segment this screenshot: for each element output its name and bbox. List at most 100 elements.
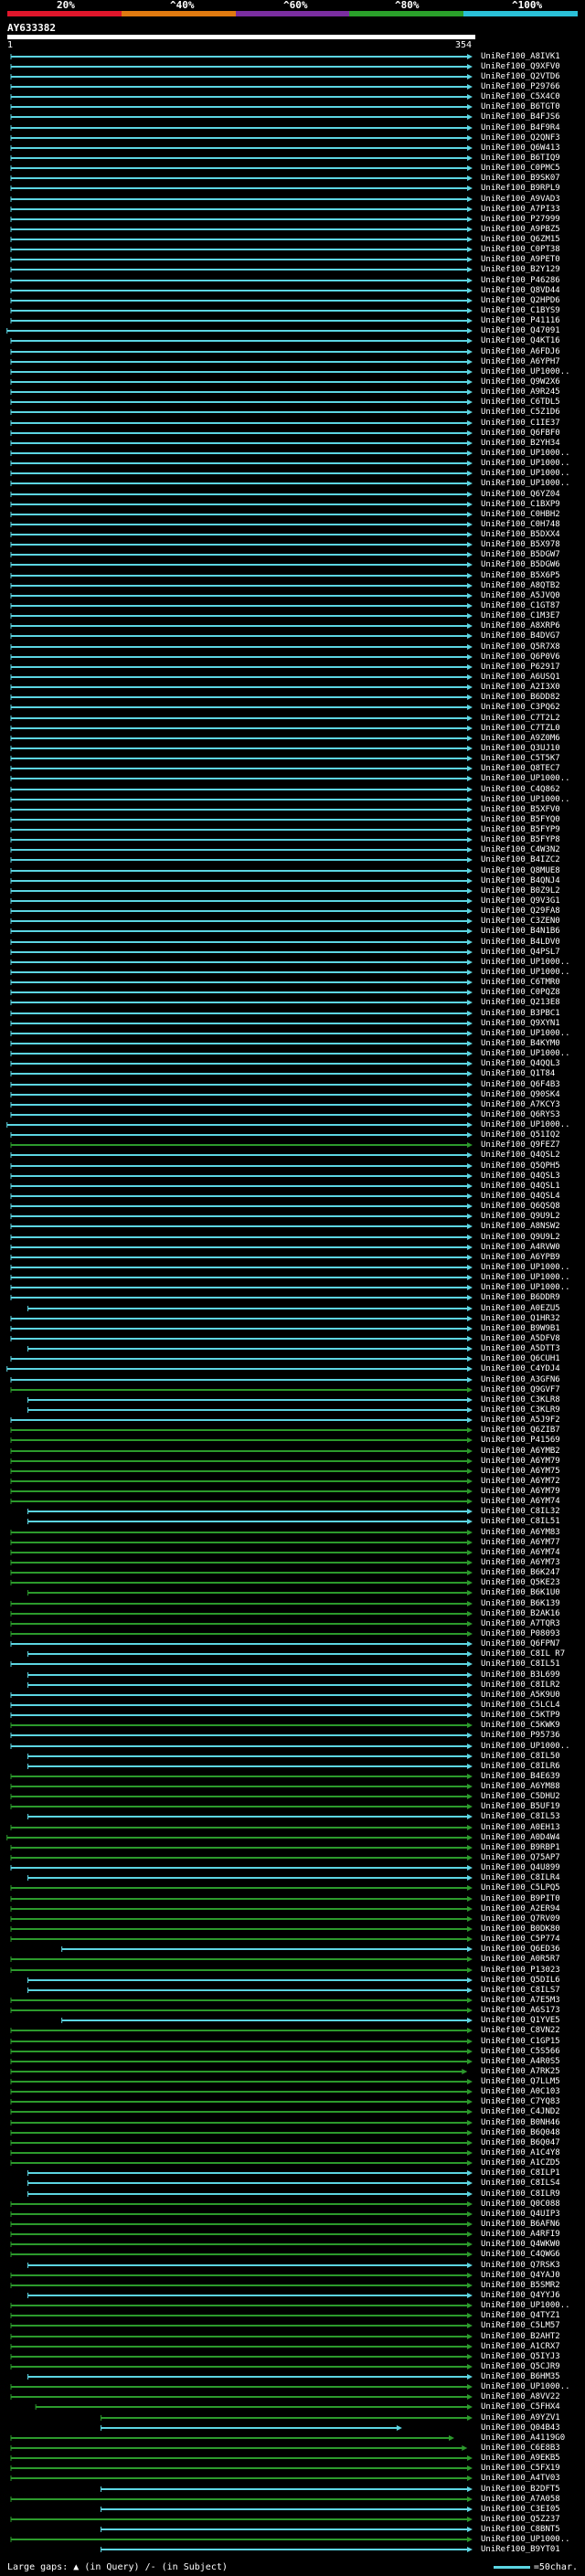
hit-label[interactable]: UniRef100_A6YM73 [481,1559,560,1567]
hit-label[interactable]: UniRef100_A6YPB9 [481,1254,560,1262]
hit-label[interactable]: UniRef100_B9RPL9 [481,185,560,193]
hit-label[interactable]: UniRef100_UP1000.. [481,1274,570,1282]
hit-label[interactable]: UniRef100_B5FYQ0 [481,816,560,824]
hit-label[interactable]: UniRef100_Q6YZ04 [481,491,560,499]
hit-label[interactable]: UniRef100_C8ILR6 [481,1763,560,1771]
hit-label[interactable]: UniRef100_Q5R7X8 [481,643,560,652]
hit-label[interactable]: UniRef100_Q4TYZ1 [481,2312,560,2320]
hit-label[interactable]: UniRef100_Q4QSL4 [481,1193,560,1201]
hit-label[interactable]: UniRef100_B2AHT2 [481,2333,560,2341]
hit-label[interactable]: UniRef100_C3ZEN0 [481,917,560,926]
hit-label[interactable]: UniRef100_B0DK80 [481,1925,560,1934]
hit-label[interactable]: UniRef100_C7TZL0 [481,725,560,733]
hit-label[interactable]: UniRef100_Q5CJR9 [481,2363,560,2371]
hit-label[interactable]: UniRef100_A6YPH7 [481,358,560,366]
hit-label[interactable]: UniRef100_A4R0S5 [481,2058,560,2066]
hit-label[interactable]: UniRef100_C8ILR9 [481,2190,560,2199]
hit-label[interactable]: UniRef100_B0Z9L2 [481,887,560,896]
hit-label[interactable]: UniRef100_B2Y129 [481,266,560,274]
hit-label[interactable]: UniRef100_A6YM75 [481,1468,560,1476]
hit-label[interactable]: UniRef100_B5DXX4 [481,531,560,539]
hit-label[interactable]: UniRef100_A9YZV1 [481,2414,560,2422]
hit-label[interactable]: UniRef100_Q6FPN7 [481,1640,560,1648]
hit-label[interactable]: UniRef100_Q8MUE8 [481,867,560,875]
hit-label[interactable]: UniRef100_A9EKB5 [481,2454,560,2463]
hit-label[interactable]: UniRef100_Q6RYS3 [481,1111,560,1119]
hit-label[interactable]: UniRef100_A9PBZ5 [481,226,560,234]
hit-label[interactable]: UniRef100_C8IL32 [481,1508,560,1516]
hit-label[interactable]: UniRef100_A5K9U0 [481,1691,560,1700]
hit-label[interactable]: UniRef100_UP1000.. [481,368,570,376]
hit-label[interactable]: UniRef100_UP1000.. [481,1050,570,1058]
hit-label[interactable]: UniRef100_C8BNT5 [481,2526,560,2534]
hit-label[interactable]: UniRef100_C6E8B3 [481,2444,560,2453]
hit-label[interactable]: UniRef100_A4TV03 [481,2475,560,2483]
hit-label[interactable]: UniRef100_UP1000.. [481,959,570,967]
hit-label[interactable]: UniRef100_C5LCL4 [481,1701,560,1710]
hit-label[interactable]: UniRef100_C5X4C0 [481,93,560,101]
hit-label[interactable]: UniRef100_C1BXP9 [481,501,560,509]
hit-label[interactable]: UniRef100_C7T2L2 [481,715,560,723]
hit-label[interactable]: UniRef100_UP1000.. [481,796,570,804]
hit-label[interactable]: UniRef100_Q4YAJ0 [481,2272,560,2280]
hit-label[interactable]: UniRef100_C5DHU2 [481,1793,560,1801]
hit-label[interactable]: UniRef100_C3KLR9 [481,1406,560,1415]
hit-label[interactable]: UniRef100_Q213E8 [481,999,560,1007]
hit-label[interactable]: UniRef100_Q7LLM5 [481,2078,560,2086]
hit-label[interactable]: UniRef100_P62917 [481,663,560,672]
hit-label[interactable]: UniRef100_C6TMR0 [481,979,560,987]
hit-label[interactable]: UniRef100_Q6CUH1 [481,1355,560,1363]
hit-label[interactable]: UniRef100_Q1HR32 [481,1315,560,1323]
hit-label[interactable]: UniRef100_B6Q048 [481,2129,560,2137]
hit-label[interactable]: UniRef100_A6YM77 [481,1539,560,1547]
hit-label[interactable]: UniRef100_B4E639 [481,1773,560,1781]
hit-label[interactable]: UniRef100_Q3UJ10 [481,745,560,753]
hit-label[interactable]: UniRef100_Q6F4B3 [481,1081,560,1089]
hit-label[interactable]: UniRef100_Q4U899 [481,1864,560,1872]
hit-label[interactable]: UniRef100_B4N1B6 [481,928,560,936]
hit-label[interactable]: UniRef100_Q4YYJ6 [481,2292,560,2300]
hit-label[interactable]: UniRef100_UP1000.. [481,1743,570,1751]
hit-label[interactable]: UniRef100_Q47091 [481,327,560,335]
hit-label[interactable]: UniRef100_A6YM72 [481,1478,560,1486]
hit-label[interactable]: UniRef100_B2AK16 [481,1610,560,1618]
hit-label[interactable]: UniRef100_Q04B43 [481,2424,560,2433]
hit-label[interactable]: UniRef100_C3EI05 [481,2506,560,2514]
hit-label[interactable]: UniRef100_A9Z0M6 [481,735,560,743]
hit-label[interactable]: UniRef100_UP1000.. [481,460,570,468]
hit-label[interactable]: UniRef100_Q4UIP3 [481,2210,560,2219]
hit-label[interactable]: UniRef100_A0EZU5 [481,1305,560,1313]
hit-label[interactable]: UniRef100_UP1000.. [481,1264,570,1272]
hit-label[interactable]: UniRef100_Q5IYJ3 [481,2353,560,2361]
hit-label[interactable]: UniRef100_B4KYM0 [481,1040,560,1048]
hit-label[interactable]: UniRef100_Q4QSL2 [481,1151,560,1160]
hit-label[interactable]: UniRef100_C3PQ62 [481,704,560,712]
hit-label[interactable]: UniRef100_UP1000.. [481,2536,570,2544]
hit-label[interactable]: UniRef100_C4YDJ4 [481,1365,560,1373]
hit-label[interactable]: UniRef100_C5FHX4 [481,2403,560,2412]
hit-label[interactable]: UniRef100_A3GFN6 [481,1376,560,1384]
hit-label[interactable]: UniRef100_Q5Z237 [481,2516,560,2524]
hit-label[interactable]: UniRef100_B4QNJ4 [481,877,560,885]
hit-label[interactable]: UniRef100_Q4QQL3 [481,1060,560,1068]
hit-label[interactable]: UniRef100_Q5KE23 [481,1579,560,1587]
hit-label[interactable]: UniRef100_A8QTB2 [481,582,560,590]
hit-label[interactable]: UniRef100_Q5DIL6 [481,1977,560,1985]
hit-label[interactable]: UniRef100_A0D4W4 [481,1834,560,1842]
hit-label[interactable]: UniRef100_A7TQR3 [481,1620,560,1628]
hit-label[interactable]: UniRef100_C5LPQ5 [481,1884,560,1892]
hit-label[interactable]: UniRef100_B5X978 [481,541,560,549]
hit-label[interactable]: UniRef100_Q8VD44 [481,287,560,295]
hit-label[interactable]: UniRef100_C3KLR8 [481,1396,560,1405]
hit-label[interactable]: UniRef100_UP1000.. [481,450,570,458]
hit-label[interactable]: UniRef100_C5P774 [481,1935,560,1944]
hit-label[interactable]: UniRef100_UP1000.. [481,2383,570,2391]
hit-label[interactable]: UniRef100_C8IL R7 [481,1650,565,1659]
hit-label[interactable]: UniRef100_C0PQZ8 [481,989,560,997]
hit-label[interactable]: UniRef100_A9R245 [481,388,560,397]
hit-label[interactable]: UniRef100_A4RFI9 [481,2231,560,2239]
hit-label[interactable]: UniRef100_C7YQ83 [481,2098,560,2106]
hit-label[interactable]: UniRef100_UP1000.. [481,1030,570,1038]
hit-label[interactable]: UniRef100_A2I3X0 [481,684,560,692]
hit-label[interactable]: UniRef100_C1BYS9 [481,307,560,315]
